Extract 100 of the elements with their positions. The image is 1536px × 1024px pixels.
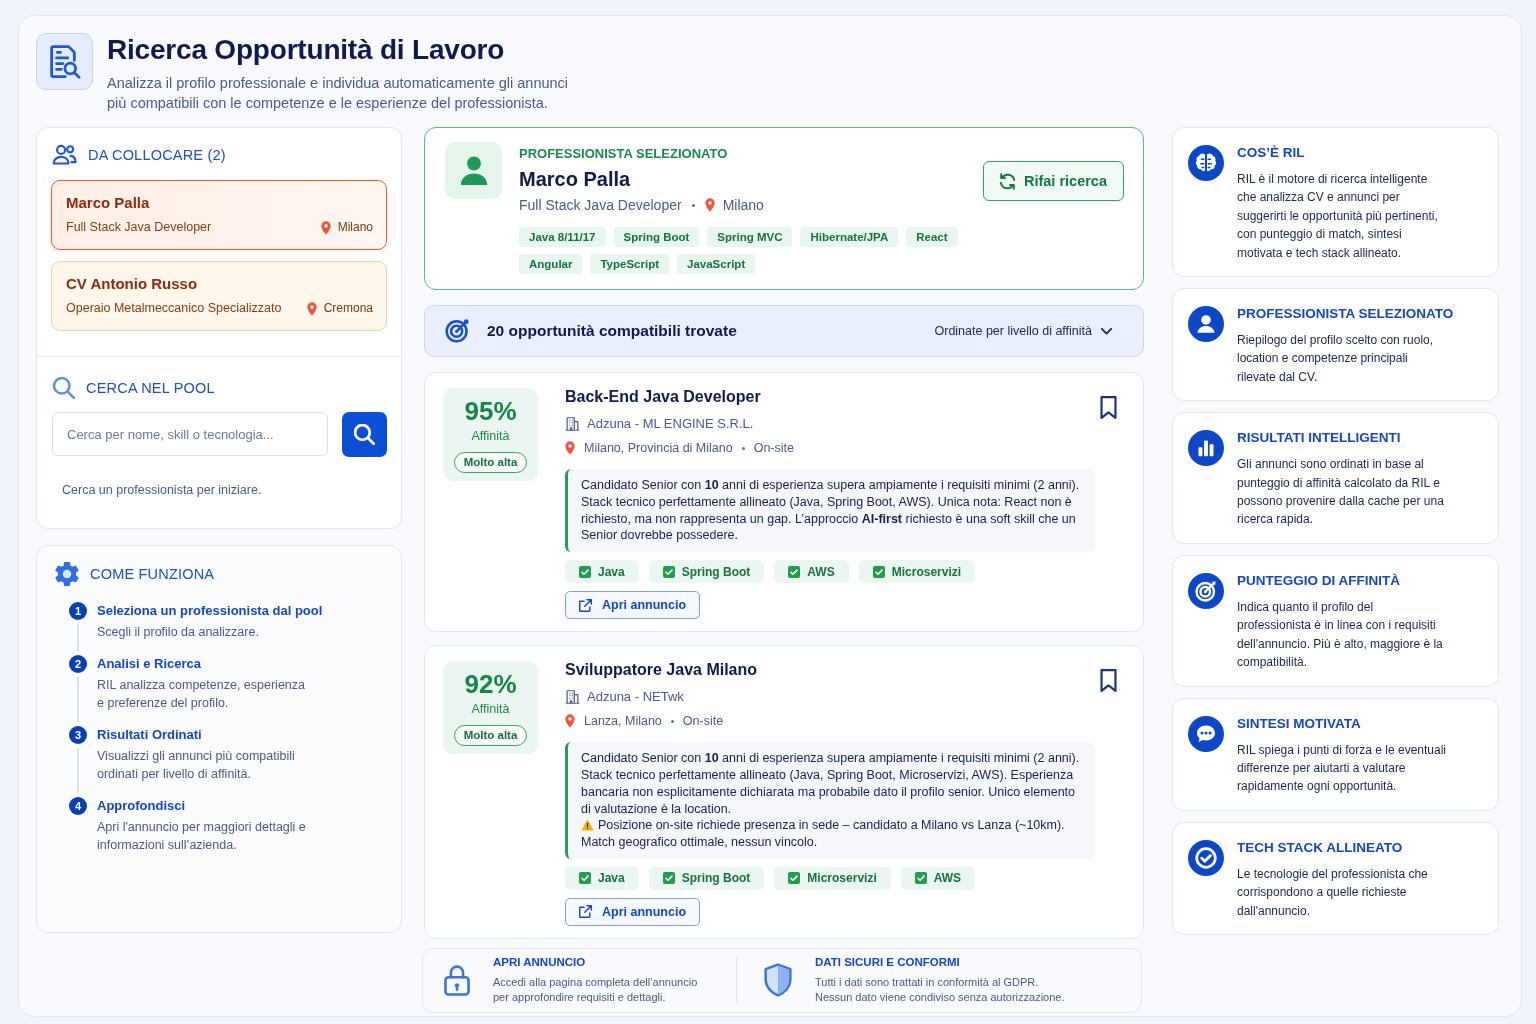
candidate-name: Marco Palla bbox=[66, 193, 151, 213]
skill-name: Java bbox=[598, 871, 625, 886]
job-title: Sviluppatore Java Milano bbox=[565, 660, 759, 681]
redo-search-button[interactable]: Rifai ricerca bbox=[982, 161, 1124, 201]
info-card-text: RIL è il motore di ricerca intelligente che analizza CV e annunci per suggerirti le opportunità più pertinenti, con punteggio di match, sintesi motivata e tech stack allineato. bbox=[1237, 171, 1439, 262]
check-icon bbox=[662, 872, 675, 885]
score-value: 95% bbox=[464, 396, 517, 426]
check-icon bbox=[914, 872, 927, 885]
skill-tag: Hibernate/JPA bbox=[800, 227, 899, 247]
pin-icon bbox=[306, 301, 317, 316]
info-title: APRI ANNUNCIO bbox=[493, 955, 587, 971]
step-description: RIL analizza competenze, esperienza e preferenze del profilo. bbox=[97, 677, 306, 712]
step-title: Risultati Ordinati bbox=[97, 726, 203, 744]
bookmark-icon[interactable] bbox=[1100, 396, 1117, 419]
page-title: Ricerca Opportunità di Lavoro bbox=[107, 33, 506, 67]
profile-role: Full Stack Java Developer bbox=[519, 196, 682, 214]
search-field[interactable]: Cerca per nome, skill o tecnologia... bbox=[52, 412, 328, 456]
warning-icon bbox=[581, 819, 594, 832]
pin-icon bbox=[565, 714, 575, 729]
info-title: DATI SICURI E CONFORMI bbox=[815, 955, 961, 971]
page-subtitle: Analizza il profilo professionale e individua automaticamente gli annunci più compatibili con le competenze e le esperienze del professionista. bbox=[107, 74, 570, 113]
skill-name: Java bbox=[598, 564, 625, 579]
profile-label: PROFESSIONISTA SELEZIONATO bbox=[519, 146, 729, 162]
skill-tag: JavaScript bbox=[677, 254, 756, 274]
summary-text: Candidato Senior con 10 anni di esperienza supera ampiamente i requisiti minimi (2 anni). Stack tecnico perfettamente allineato (Java, Spring Boot, Microservizi, AWS). Esperienza bancaria non esplicitamente dichiarata ma probabile dato il profilo senior. Unico elemento di valutazione è la location. bbox=[581, 750, 1081, 818]
bar-chart-icon bbox=[1188, 430, 1224, 467]
open-listing-button[interactable]: Apri annuncio bbox=[565, 897, 701, 926]
results-count: 20 opportunità compatibili trovate bbox=[487, 322, 737, 340]
hint-text: Cerca un professionista per iniziare. bbox=[62, 482, 263, 499]
score-value: 92% bbox=[464, 669, 517, 700]
summary-text: Match geografico ottimale, nessun vincolo. bbox=[581, 834, 819, 851]
open-listing-button[interactable]: Apri annuncio bbox=[565, 591, 701, 620]
external-link-icon bbox=[579, 905, 592, 919]
step-number: 4 bbox=[69, 797, 87, 815]
bookmark-icon[interactable] bbox=[1100, 669, 1117, 693]
location-text: Cremona bbox=[323, 300, 373, 317]
candidate-name: CV Antonio Russo bbox=[66, 274, 199, 294]
info-card-title: COS’È RIL bbox=[1237, 144, 1306, 162]
step-description: Apri l'annuncio per maggiori dettagli e informazioni sull’azienda. bbox=[97, 819, 307, 854]
company-name: Adzuna - ML ENGINE S.R.L. bbox=[587, 415, 754, 433]
info-text: Accedi alla pagina completa dell’annuncio per approfondire requisiti e dettagli. bbox=[493, 975, 699, 1006]
step-title: Analisi e Ricerca bbox=[97, 655, 203, 673]
step-number: 1 bbox=[69, 602, 87, 620]
section-title: CERCA NEL POOL bbox=[86, 380, 215, 396]
section-title: COME FUNZIONA bbox=[90, 566, 215, 582]
info-card-text: Indica quanto il profilo del professionista è in linea con i requisiti dell'annuncio. Più è alto, maggiore è la compatibilità. bbox=[1237, 598, 1444, 672]
pin-icon bbox=[320, 220, 331, 235]
job-title: Back-End Java Developer bbox=[565, 387, 762, 407]
step-description: Visualizzi gli annunci più compatibili ordinati per livello di affinità. bbox=[97, 748, 296, 783]
check-icon bbox=[662, 565, 675, 578]
building-icon bbox=[565, 417, 580, 431]
company-name: Adzuna - NETwk bbox=[587, 688, 684, 707]
info-card-text: Gli annunci sono ordinati in base al punteggio di affinità calcolato da RIL e possono provenire dalla cache per una ricerca rapida. bbox=[1237, 456, 1445, 529]
info-card-title: SINTESI MOTIVATA bbox=[1237, 714, 1362, 733]
skill-tag: Spring Boot bbox=[613, 227, 700, 247]
check-icon bbox=[788, 565, 801, 578]
summary-text: Candidato Senior con 10 anni di esperienza supera ampiamente i requisiti minimi (2 anni). Stack tecnico perfettamente allineato (Java, Spring Boot, AWS). Unica nota: React non è richiesto, ma non rappresenta un gap. L’approccio AI-first richiesto è una soft skill che un Senior dovrebbe possedere. bbox=[581, 477, 1081, 545]
profile-name: Marco Palla bbox=[519, 167, 632, 191]
skill-name: Microservizi bbox=[891, 564, 962, 579]
brain-icon bbox=[1188, 145, 1224, 181]
step-number: 2 bbox=[69, 655, 87, 673]
level-badge: Molto alta bbox=[453, 452, 528, 473]
person-icon bbox=[445, 142, 502, 199]
step-title: Seleziona un professionista dal pool bbox=[97, 602, 324, 620]
check-icon bbox=[788, 872, 801, 885]
check-icon bbox=[872, 565, 885, 578]
pin-icon bbox=[565, 441, 575, 455]
target-icon bbox=[445, 318, 471, 344]
step-description: Scegli il profilo da analizzare. bbox=[97, 624, 260, 641]
skill-name: Spring Boot bbox=[681, 564, 751, 579]
info-text: Tutti i dati sono trattati in conformità al GDPR. Nessun dato viene condiviso senza autorizzazione. bbox=[815, 975, 1066, 1006]
score-label: Affinità bbox=[471, 428, 510, 444]
pin-icon bbox=[704, 198, 715, 212]
candidate-card[interactable]: CV Antonio Russo Operaio Metalmeccanico Specializzato Cremona bbox=[51, 261, 387, 331]
user-icon bbox=[1188, 306, 1224, 343]
summary-text: Posizione on-site richiede presenza in sede – candidato a Milano vs Lanza (~10km). bbox=[598, 817, 1065, 835]
work-mode: On-site bbox=[682, 713, 724, 731]
search-button[interactable] bbox=[342, 412, 387, 457]
document-search-icon bbox=[36, 33, 93, 90]
users-icon bbox=[52, 144, 77, 166]
sort-dropdown[interactable]: Ordinate per livello di affinità bbox=[934, 324, 1112, 338]
candidate-card[interactable]: Marco Palla Full Stack Java Developer Milano bbox=[51, 180, 387, 250]
info-card-title: PROFESSIONISTA SELEZIONATO bbox=[1237, 305, 1454, 324]
info-card-title: RISULTATI INTELLIGENTI bbox=[1237, 429, 1402, 448]
gear-icon bbox=[55, 562, 79, 586]
score-label: Affinità bbox=[471, 701, 510, 718]
step-number: 3 bbox=[69, 726, 87, 744]
job-location: Lanza, Milano bbox=[584, 713, 662, 731]
search-icon bbox=[354, 424, 375, 445]
skill-tag: React bbox=[906, 227, 958, 247]
candidate-role: Operaio Metalmeccanico Specializzato bbox=[66, 300, 282, 317]
skill-name: AWS bbox=[933, 871, 962, 886]
skill-tag: TypeScript bbox=[590, 254, 670, 274]
skill-name: AWS bbox=[807, 564, 835, 579]
check-circle-icon bbox=[1188, 839, 1224, 876]
skill-tag: Java 8/11/17 bbox=[519, 227, 606, 247]
info-card-title: PUNTEGGIO DI AFFINITÀ bbox=[1237, 571, 1401, 590]
building-icon bbox=[565, 690, 580, 705]
info-card-text: Riepilogo del profilo scelto con ruolo, location e competenze principali rilevate dal CV. bbox=[1237, 332, 1435, 386]
job-location: Milano, Provincia di Milano bbox=[584, 440, 733, 457]
